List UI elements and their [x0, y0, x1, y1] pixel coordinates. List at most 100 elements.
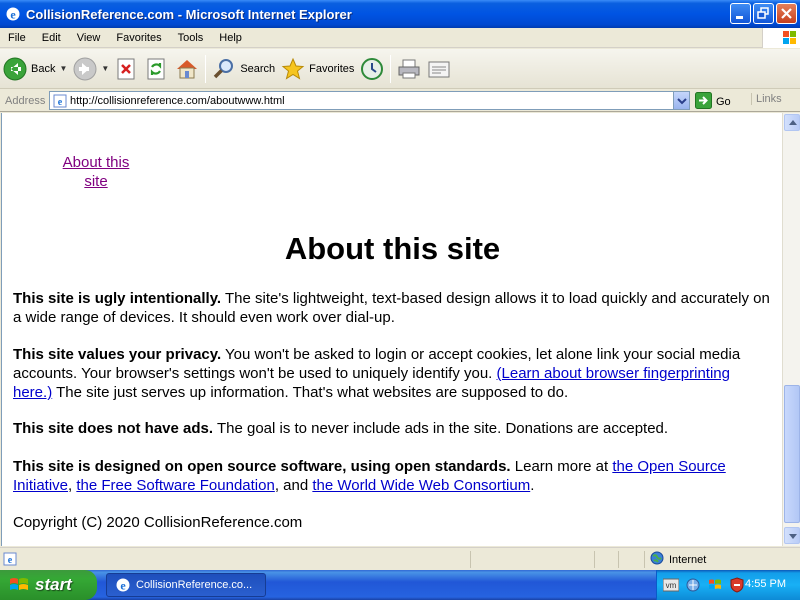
print-button[interactable]	[394, 52, 424, 86]
paragraph-open-source-bold: This site is designed on open source sof…	[13, 458, 511, 475]
w3c-link[interactable]: the World Wide Web Consortium	[312, 477, 530, 494]
go-label: Go	[716, 96, 731, 108]
home-button[interactable]	[172, 52, 202, 86]
ie-icon: e	[115, 577, 131, 593]
history-icon	[360, 57, 384, 81]
ie-icon: e	[5, 6, 21, 22]
go-arrow-icon	[695, 92, 712, 112]
system-clock: 4:55 PM	[745, 578, 786, 590]
paragraph-ads: This site does not have ads. The goal is…	[13, 419, 773, 438]
close-button[interactable]	[776, 3, 797, 24]
paragraph-ugly: This site is ugly intentionally. The sit…	[13, 289, 773, 327]
paragraph-ads-text: The goal is to never include ads in the …	[213, 420, 669, 437]
vmware-icon[interactable]: vm	[662, 577, 680, 593]
window-title: CollisionReference.com - Microsoft Inter…	[26, 6, 352, 22]
standard-toolbar: Back ▼ ▼ Search Favorites	[0, 49, 800, 89]
system-tray: vm 4:55 PM	[656, 570, 800, 600]
status-divider	[470, 551, 471, 568]
address-label: Address	[5, 94, 46, 107]
svg-text:vm: vm	[666, 581, 677, 590]
zone-label: Internet	[669, 553, 707, 566]
page-heading: About this site	[284, 231, 501, 266]
chevron-up-icon	[789, 120, 797, 125]
paragraph-privacy-text-2: The site just serves up information. Tha…	[52, 384, 569, 401]
links-toolbar[interactable]: Links	[751, 93, 782, 105]
status-bar: e Internet	[0, 547, 800, 569]
search-icon	[212, 57, 236, 81]
taskbar: start e CollisionReference.co... vm 4:55…	[0, 570, 800, 600]
menu-edit[interactable]: Edit	[34, 32, 69, 44]
forward-arrow-icon	[73, 57, 97, 81]
menu-tools[interactable]: Tools	[170, 32, 212, 44]
refresh-button[interactable]	[142, 52, 172, 86]
taskbar-item-browser[interactable]: e CollisionReference.co...	[106, 573, 266, 597]
windows-flag-icon	[9, 575, 29, 595]
paragraph-privacy-bold: This site values your privacy.	[13, 346, 222, 363]
free-software-foundation-link[interactable]: the Free Software Foundation	[76, 477, 274, 494]
home-icon	[175, 57, 199, 81]
status-divider	[618, 551, 619, 568]
browser-window: e CollisionReference.com - Microsoft Int…	[0, 0, 800, 600]
address-bar: Address e http://collisionreference.com/…	[0, 90, 800, 112]
svg-text:e: e	[58, 97, 63, 108]
edit-button[interactable]	[424, 52, 454, 86]
search-button[interactable]: Search	[209, 52, 278, 86]
forward-button[interactable]: ▼	[70, 52, 112, 86]
address-dropdown-button[interactable]	[673, 92, 689, 109]
security-zone: Internet	[650, 551, 706, 568]
stop-icon	[115, 57, 139, 81]
paragraph-ugly-bold: This site is ugly intentionally.	[13, 290, 222, 307]
minimize-button[interactable]	[730, 3, 751, 24]
menu-help[interactable]: Help	[211, 32, 250, 44]
paragraph-privacy: This site values your privacy. You won't…	[13, 345, 773, 402]
scroll-thumb[interactable]	[784, 385, 800, 523]
nav-link-about[interactable]: About this site	[60, 153, 132, 191]
address-input[interactable]: e http://collisionreference.com/aboutwww…	[49, 91, 690, 110]
paragraph-end: .	[530, 477, 535, 494]
back-label: Back	[31, 62, 56, 75]
printer-icon	[397, 57, 421, 81]
back-arrow-icon	[3, 57, 27, 81]
svg-text:e: e	[8, 555, 13, 566]
restore-button[interactable]	[753, 3, 774, 24]
page-status-icon: e	[3, 552, 17, 566]
security-shield-icon[interactable]	[729, 577, 745, 593]
toolbar-separator	[205, 54, 207, 83]
scroll-up-button[interactable]	[784, 114, 800, 131]
scroll-down-button[interactable]	[784, 527, 800, 544]
status-divider	[594, 551, 595, 568]
chevron-down-icon	[789, 534, 797, 539]
taskbar-item-label: CollisionReference.co...	[136, 579, 253, 591]
svg-text:e: e	[120, 579, 126, 593]
windows-logo-icon	[762, 28, 800, 48]
copyright-text: Copyright (C) 2020 CollisionReference.co…	[13, 514, 303, 531]
start-button[interactable]: start	[0, 570, 97, 600]
svg-text:e: e	[10, 8, 16, 22]
paragraph-ads-bold: This site does not have ads.	[13, 420, 214, 437]
search-label: Search	[240, 62, 276, 75]
edit-page-icon	[427, 57, 451, 81]
paragraph-open-source-text: Learn more at	[510, 458, 613, 475]
title-bar[interactable]: e CollisionReference.com - Microsoft Int…	[0, 0, 800, 28]
vertical-scrollbar[interactable]	[782, 113, 800, 546]
favorites-button[interactable]: Favorites	[278, 52, 357, 86]
back-dropdown-icon[interactable]: ▼	[59, 64, 67, 73]
menu-file[interactable]: File	[0, 32, 34, 44]
toolbar-separator	[390, 54, 392, 83]
address-url: http://collisionreference.com/aboutwww.h…	[70, 94, 285, 107]
back-button[interactable]: Back ▼	[0, 52, 70, 86]
link-separator: , and	[274, 477, 313, 494]
menu-favorites[interactable]: Favorites	[108, 32, 169, 44]
paragraph-open-source: This site is designed on open source sof…	[13, 457, 773, 495]
menu-view[interactable]: View	[69, 32, 109, 44]
updates-icon[interactable]	[707, 577, 723, 593]
forward-dropdown-icon[interactable]: ▼	[101, 64, 109, 73]
go-button[interactable]: Go	[695, 92, 731, 112]
status-divider	[644, 551, 645, 568]
favorites-label: Favorites	[309, 62, 355, 75]
history-button[interactable]	[357, 52, 387, 86]
page-icon: e	[53, 94, 67, 108]
page-content: About this site About this site This sit…	[1, 113, 782, 546]
network-icon[interactable]	[685, 577, 701, 593]
stop-button[interactable]	[112, 52, 142, 86]
